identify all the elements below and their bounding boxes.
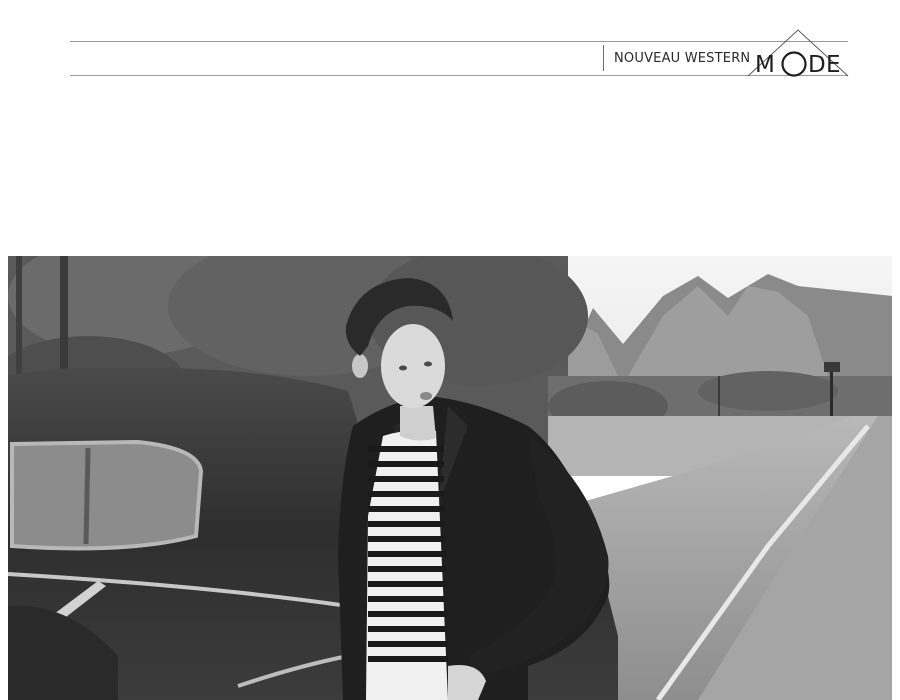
neck <box>400 406 436 441</box>
header-rule-top <box>70 41 848 42</box>
section-title: NOUVEAU WESTERN <box>614 51 751 66</box>
logo-letter-d: D <box>808 52 826 78</box>
logo-circle-o <box>781 51 807 77</box>
car-window <box>10 439 204 551</box>
logo-letter-m: M <box>755 52 775 78</box>
logo-letter-e: E <box>826 52 841 78</box>
header-separator <box>603 45 604 71</box>
mode-logo[interactable]: M D E <box>746 26 850 82</box>
feature-photo <box>8 256 892 700</box>
header-rule-bottom <box>70 75 848 76</box>
tree-trunk <box>60 256 68 386</box>
shirt-stripes <box>368 446 448 662</box>
face <box>381 324 445 408</box>
